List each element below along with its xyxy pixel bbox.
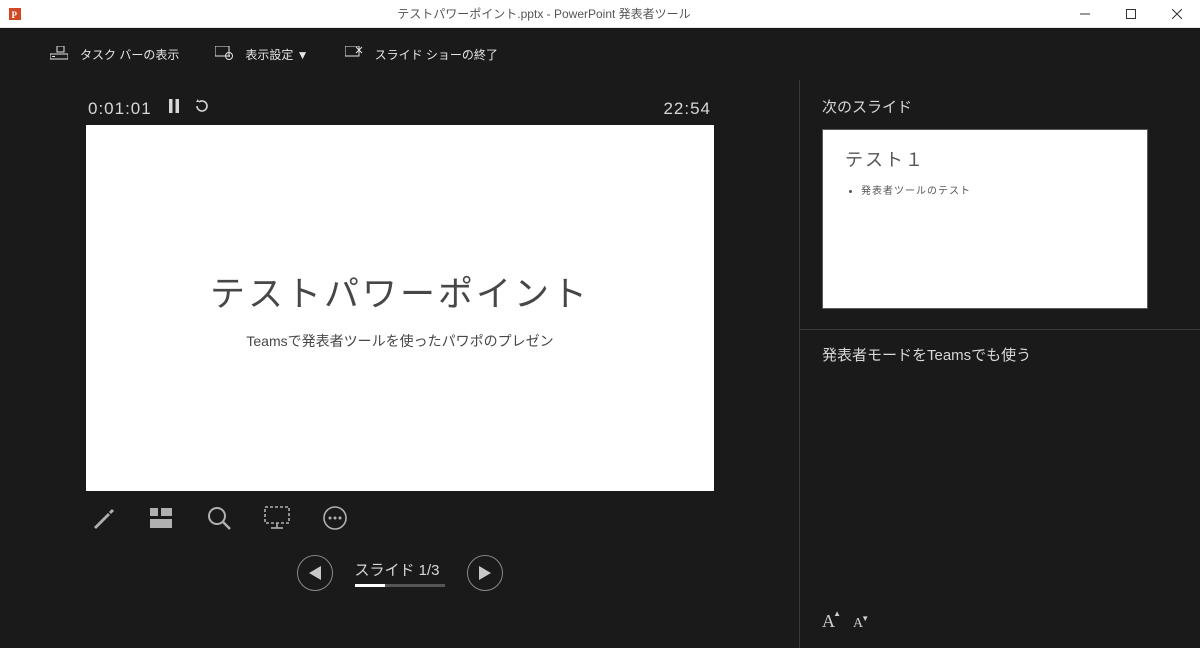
powerpoint-app-icon: P	[8, 5, 26, 23]
end-slideshow-button[interactable]: スライド ショーの終了	[345, 46, 498, 63]
taskbar-icon	[50, 46, 68, 63]
left-panel: 0:01:01 22:54 テストパワーポイント Teamsで発表者ツールを使っ…	[0, 80, 800, 648]
elapsed-timer: 0:01:01	[88, 99, 152, 119]
annotation-tools	[40, 491, 759, 533]
show-taskbar-button[interactable]: タスク バーの表示	[50, 46, 179, 63]
presenter-window: P テストパワーポイント.pptx - PowerPoint 発表者ツール タス…	[0, 0, 1200, 648]
next-slide-preview[interactable]: テスト１ 発表者ツールのテスト	[822, 129, 1148, 309]
svg-text:P: P	[12, 10, 18, 20]
zoom-button[interactable]	[204, 503, 234, 533]
decrease-font-button[interactable]: A▼	[853, 616, 863, 632]
pause-timer-button[interactable]	[168, 98, 180, 119]
current-slide-title: テストパワーポイント	[210, 266, 590, 317]
pen-tool-button[interactable]	[88, 503, 118, 533]
main-area: 0:01:01 22:54 テストパワーポイント Teamsで発表者ツールを使っ…	[0, 80, 1200, 648]
speaker-notes: 発表者モードをTeamsでも使う	[822, 344, 1178, 611]
display-settings-label: 表示設定 ▼	[245, 46, 308, 63]
next-slide-label: 次のスライド	[822, 96, 1178, 117]
see-all-slides-button[interactable]	[146, 503, 176, 533]
clock-time: 22:54	[663, 99, 711, 119]
window-title: テストパワーポイント.pptx - PowerPoint 発表者ツール	[26, 5, 1062, 22]
increase-font-button[interactable]: A▲	[822, 611, 835, 632]
notes-font-size-controls: A▲ A▼	[822, 611, 1178, 632]
next-slide-bullet: 発表者ツールのテスト	[861, 182, 1125, 197]
slide-counter-block: スライド 1/3	[355, 559, 445, 587]
current-slide-subtitle: Teamsで発表者ツールを使ったパワポのプレゼン	[246, 331, 553, 351]
end-show-icon	[345, 46, 363, 63]
next-slide-button[interactable]	[467, 555, 503, 591]
minimize-button[interactable]	[1062, 0, 1108, 28]
notes-divider	[800, 329, 1200, 330]
display-settings-icon	[215, 46, 233, 63]
timer-row: 0:01:01 22:54	[40, 98, 759, 125]
close-button[interactable]	[1154, 0, 1200, 28]
right-panel: 次のスライド テスト１ 発表者ツールのテスト 発表者モードをTeamsでも使う …	[800, 80, 1200, 648]
reset-timer-button[interactable]	[194, 98, 210, 119]
previous-slide-button[interactable]	[297, 555, 333, 591]
slide-counter: スライド 1/3	[355, 559, 445, 580]
show-taskbar-label: タスク バーの表示	[80, 46, 179, 63]
display-settings-button[interactable]: 表示設定 ▼	[215, 46, 308, 63]
slide-progress	[355, 584, 445, 587]
presenter-toolbar: タスク バーの表示 表示設定 ▼ スライド ショーの終了	[0, 28, 1200, 80]
current-slide-preview[interactable]: テストパワーポイント Teamsで発表者ツールを使ったパワポのプレゼン	[86, 125, 714, 491]
next-slide-title: テスト１	[845, 146, 1125, 172]
end-slideshow-label: スライド ショーの終了	[375, 46, 498, 63]
maximize-button[interactable]	[1108, 0, 1154, 28]
black-screen-button[interactable]	[262, 503, 292, 533]
titlebar: P テストパワーポイント.pptx - PowerPoint 発表者ツール	[0, 0, 1200, 28]
slide-navigation: スライド 1/3	[40, 555, 759, 591]
more-options-button[interactable]	[320, 503, 350, 533]
